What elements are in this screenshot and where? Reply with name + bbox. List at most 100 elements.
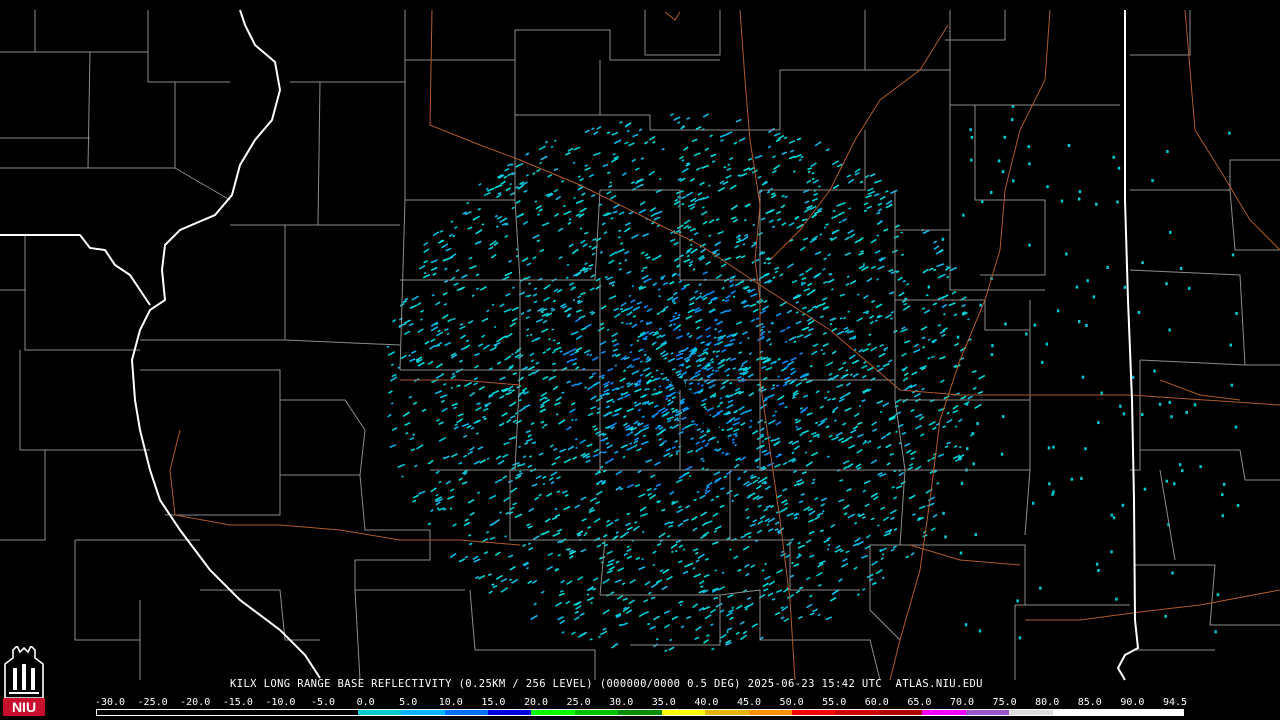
echo-pixel [619, 120, 623, 124]
echo-pixel [774, 611, 781, 616]
echo-pixel [668, 646, 675, 651]
echo-pixel [747, 373, 754, 378]
echo-pixel [902, 279, 906, 283]
echo-pixel [685, 191, 694, 197]
echo-pixel [539, 408, 547, 413]
echo-pixel [911, 371, 918, 376]
echo-pixel [447, 318, 453, 323]
echo-pixel [961, 303, 966, 308]
echo-pixel [677, 522, 684, 528]
echo-pixel [829, 596, 837, 602]
echo-pixel [711, 541, 719, 545]
echo-pixel [524, 442, 529, 445]
echo-pixel [619, 377, 626, 383]
echo-pixel [776, 217, 782, 222]
echo-pixel [489, 521, 497, 527]
echo-pixel [587, 384, 595, 391]
echo-pixel [624, 141, 629, 145]
echo-pixel [952, 404, 959, 410]
echo-pixel [817, 185, 821, 188]
echo-pixel [618, 267, 623, 271]
echo-pixel [548, 476, 554, 481]
echo-pixel [863, 479, 871, 485]
echo-pixel [671, 395, 676, 400]
echo-pixel [681, 202, 685, 206]
echo-pixel [1106, 265, 1109, 269]
echo-pixel [704, 147, 710, 152]
echo-pixel [517, 376, 525, 382]
legend-label: 10.0 [438, 697, 463, 708]
echo-pixel [565, 151, 571, 156]
echo-pixel [665, 447, 672, 452]
echo-pixel [1112, 516, 1116, 520]
echo-pixel [469, 446, 475, 452]
echo-pixel [643, 599, 649, 603]
echo-pixel [681, 167, 689, 173]
echo-pixel [584, 164, 588, 168]
echo-pixel [495, 574, 503, 580]
echo-pixel [466, 201, 470, 205]
echo-pixel [1027, 145, 1030, 149]
echo-pixel [997, 159, 1001, 163]
legend-label: 70.0 [949, 697, 975, 708]
echo-pixel [639, 201, 646, 206]
echo-pixel [591, 127, 595, 131]
echo-pixel [905, 555, 910, 559]
echo-pixel [888, 359, 893, 363]
echo-pixel [755, 317, 760, 321]
echo-pixel [430, 266, 438, 272]
echo-pixel [423, 248, 430, 254]
echo-pixel [500, 180, 506, 185]
echo-pixel [807, 327, 814, 332]
echo-pixel [685, 615, 692, 620]
echo-pixel [613, 307, 620, 312]
echo-pixel [659, 309, 666, 314]
echo-pixel [866, 277, 873, 283]
echo-pixel [494, 214, 499, 218]
echo-pixel [839, 293, 846, 297]
echo-pixel [509, 565, 516, 571]
echo-pixel [717, 364, 725, 370]
echo-pixel [856, 593, 861, 597]
echo-pixel [661, 508, 666, 512]
echo-pixel [666, 534, 671, 538]
echo-pixel [903, 302, 908, 306]
echo-pixel [833, 419, 837, 422]
echo-pixel [842, 361, 847, 365]
echo-pixel [543, 296, 550, 302]
echo-pixel [626, 526, 633, 531]
echo-pixel [445, 480, 452, 485]
echo-pixel [946, 275, 950, 279]
echo-pixel [593, 448, 600, 453]
echo-pixel [821, 510, 825, 513]
echo-pixel [553, 188, 559, 193]
echo-pixel [822, 352, 826, 355]
echo-pixel [579, 239, 586, 245]
echo-pixel [990, 191, 993, 194]
echo-pixel [500, 577, 508, 583]
legend-label: 35.0 [651, 697, 676, 708]
echo-pixel [724, 299, 730, 303]
echo-pixel [550, 145, 554, 149]
echo-pixel [669, 638, 673, 642]
echo-pixel [767, 419, 776, 425]
echo-pixel [624, 222, 631, 226]
echo-pixel [637, 470, 642, 474]
echo-pixel [693, 152, 701, 157]
echo-pixel [1153, 369, 1156, 373]
echo-pixel [772, 164, 781, 171]
echo-pixel [875, 303, 883, 309]
echo-pixel [937, 274, 944, 279]
echo-pixel [761, 305, 770, 311]
echo-pixel [756, 529, 763, 534]
echo-pixel [676, 478, 683, 484]
echo-pixel [1141, 261, 1144, 265]
echo-pixel [569, 555, 574, 559]
echo-pixel [441, 407, 448, 413]
echo-pixel [572, 362, 577, 366]
echo-pixel [845, 435, 853, 441]
echo-pixel [714, 327, 718, 331]
echo-pixel [804, 451, 808, 454]
echo-pixel [703, 573, 710, 578]
echo-pixel [564, 493, 569, 497]
